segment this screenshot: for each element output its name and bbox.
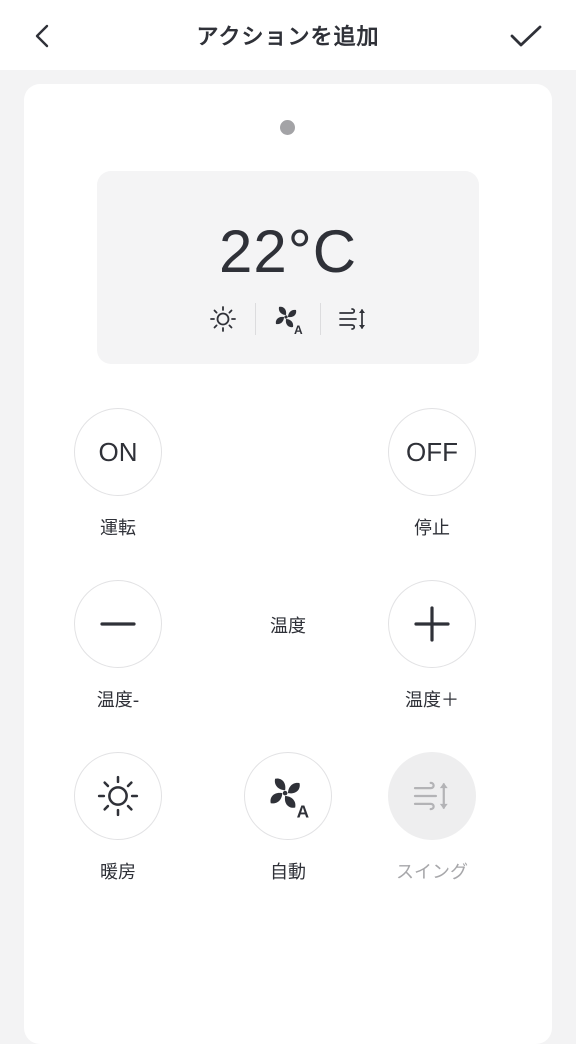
heat-mode-control: 暖房 [58, 752, 178, 883]
swing-icon [413, 781, 448, 811]
sun-icon [191, 301, 255, 337]
swing-control: スイング [372, 752, 492, 883]
heat-mode-label: 暖房 [100, 862, 136, 883]
page-indicator-dot [280, 120, 295, 135]
fan-auto-icon: A [270, 778, 309, 819]
off-label: 停止 [414, 518, 450, 539]
temp-up-label: 温度＋ [405, 690, 459, 711]
power-on-control: ON 運転 [58, 408, 178, 539]
remote-card: 22°C A ON 運転 OFF 停止 温度- 温度 温度＋ 暖房 A 自動 ス… [24, 84, 552, 1044]
swing-label: スイング [396, 862, 468, 883]
svg-text:A: A [297, 802, 309, 819]
temp-down-control: 温度- [58, 580, 178, 711]
swing-icon [321, 301, 385, 337]
svg-text:A: A [294, 323, 303, 335]
on-label: 運転 [100, 518, 136, 539]
confirm-button[interactable] [506, 16, 546, 56]
temp-up-control: 温度＋ [372, 580, 492, 711]
heat-mode-button[interactable] [74, 752, 162, 840]
page-title: アクションを追加 [196, 25, 380, 50]
auto-fan-button[interactable]: A [244, 752, 332, 840]
mode-icons-row: A [97, 301, 479, 337]
temperature-label: 温度 [270, 616, 306, 637]
on-button[interactable]: ON [74, 408, 162, 496]
temp-down-label: 温度- [96, 690, 140, 711]
status-display: 22°C A [97, 171, 479, 364]
plus-icon [414, 606, 450, 642]
temp-up-button[interactable] [388, 580, 476, 668]
auto-fan-control: A 自動 [228, 752, 348, 883]
auto-fan-label: 自動 [270, 862, 306, 883]
swing-button[interactable] [388, 752, 476, 840]
fan-auto-icon: A [256, 301, 320, 337]
temp-down-button[interactable] [74, 580, 162, 668]
top-bar: アクションを追加 [0, 0, 576, 70]
temperature-readout: 22°C [218, 218, 358, 285]
sun-icon [97, 775, 139, 817]
checkmark-icon [510, 25, 542, 47]
off-button[interactable]: OFF [388, 408, 476, 496]
power-off-control: OFF 停止 [372, 408, 492, 539]
minus-icon [100, 622, 136, 626]
